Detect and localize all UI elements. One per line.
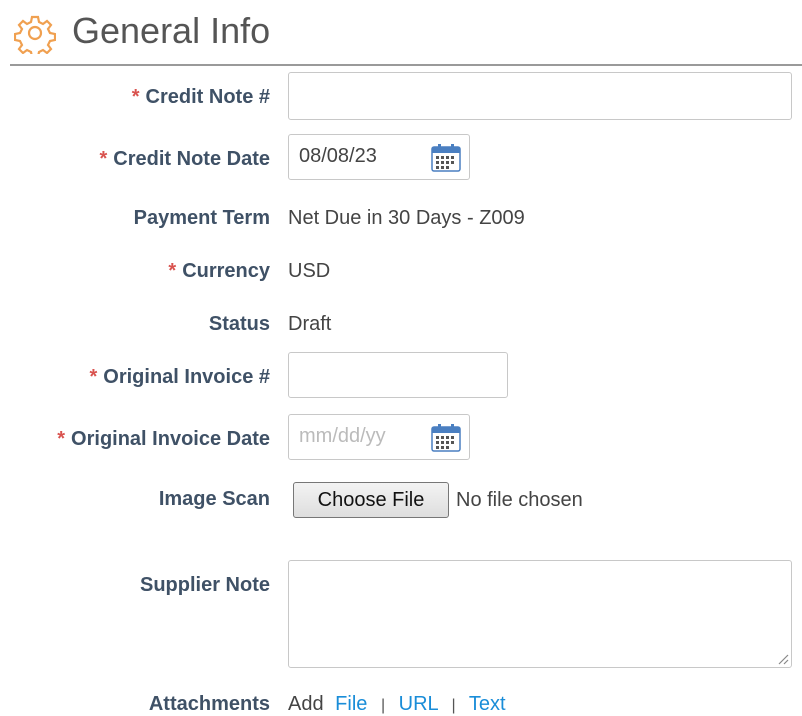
required-marker: * [131,86,140,108]
credit-note-date-label: * Credit Note Date [99,148,271,170]
choose-file-button[interactable]: Choose File [293,482,449,518]
original-invoice-date-input[interactable]: mm/dd/yy [288,414,470,460]
currency-label: * Currency [168,260,270,282]
section-header: General Info [10,6,802,66]
required-marker: * [57,428,66,450]
calendar-icon[interactable] [431,144,461,172]
attachments-add-text: Add [288,693,324,715]
original-invoice-date-label: * Original Invoice Date [57,428,270,450]
supplier-note-textarea[interactable] [288,560,792,668]
attachments-label: Attachments [148,693,270,715]
resize-handle-icon[interactable] [777,653,789,665]
payment-term-value: Net Due in 30 Days - Z009 [288,207,525,229]
link-separator: | [451,697,456,714]
original-invoice-date-placeholder: mm/dd/yy [299,425,386,447]
attach-url-link[interactable]: URL [399,693,438,715]
link-separator: | [380,697,386,714]
payment-term-label: Payment Term [133,207,270,229]
supplier-note-label: Supplier Note [139,574,270,596]
original-invoice-number-label: * Original Invoice # [89,366,270,388]
attach-file-link[interactable]: File [335,693,367,715]
credit-note-number-label: * Credit Note # [131,86,270,108]
original-invoice-number-input[interactable] [288,352,508,398]
required-marker: * [168,260,177,282]
required-marker: * [89,366,98,388]
file-status-text: No file chosen [456,489,583,511]
image-scan-label: Image Scan [158,488,270,510]
required-marker: * [99,148,108,170]
section-title: General Info [72,10,271,51]
attachments-actions: Add File | URL | Text [288,693,506,716]
gear-icon [14,15,56,54]
attach-text-link[interactable]: Text [469,693,506,715]
status-label: Status [208,313,270,335]
credit-note-date-input[interactable]: 08/08/23 [288,134,470,180]
credit-note-number-input[interactable] [288,72,792,120]
calendar-icon[interactable] [431,424,461,452]
status-value: Draft [288,313,332,335]
credit-note-date-value: 08/08/23 [299,145,377,167]
currency-value: USD [288,260,331,282]
